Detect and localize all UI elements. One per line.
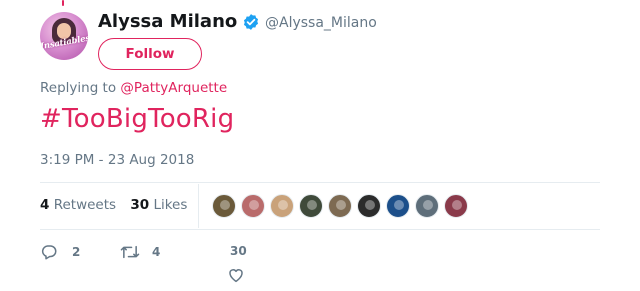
tweet-hashtag-link[interactable]: #TooBigTooRig (40, 104, 234, 134)
divider-top (40, 182, 600, 183)
replying-to: Replying to @PattyArquette (40, 80, 227, 96)
follow-button[interactable]: Follow (98, 38, 202, 70)
replying-to-label: Replying to (40, 80, 117, 96)
likes-label: Likes (153, 197, 188, 213)
username[interactable]: @Alyssa_Milano (265, 15, 377, 31)
display-name[interactable]: Alyssa Milano (98, 11, 237, 32)
tweet-stats: 4 Retweets 30 Likes (40, 197, 187, 213)
thread-connector (62, 0, 64, 6)
verified-badge-icon (243, 14, 259, 30)
tweet-actions: 2 4 30 (40, 240, 600, 288)
reply-count: 2 (72, 245, 81, 259)
retweets-stat[interactable]: 4 Retweets (40, 197, 116, 213)
retweets-label: Retweets (53, 197, 117, 213)
tweet-timestamp[interactable]: 3:19 PM - 23 Aug 2018 (40, 152, 194, 168)
retweet-button[interactable]: 4 (120, 243, 160, 261)
liker-avatar[interactable] (415, 194, 439, 218)
reply-button[interactable]: 2 (40, 243, 80, 261)
liker-avatar[interactable] (241, 194, 265, 218)
stats-separator (198, 184, 199, 228)
liker-avatar[interactable] (299, 194, 323, 218)
divider-bottom (40, 229, 600, 230)
reply-icon (41, 245, 57, 260)
heart-icon[interactable] (227, 266, 245, 284)
liker-avatar[interactable] (270, 194, 294, 218)
like-count: 30 (230, 244, 247, 258)
retweet-icon (120, 245, 140, 259)
likes-count: 30 (130, 197, 150, 213)
liker-avatar[interactable] (212, 194, 236, 218)
avatar[interactable]: Insatiables (40, 12, 88, 60)
liker-avatar[interactable] (328, 194, 352, 218)
liker-avatar[interactable] (386, 194, 410, 218)
reply-mention-link[interactable]: @PattyArquette (120, 80, 227, 96)
liker-avatar[interactable] (444, 194, 468, 218)
liker-avatars (212, 194, 468, 218)
retweets-count: 4 (40, 197, 50, 213)
retweet-count: 4 (152, 245, 161, 259)
liker-avatar[interactable] (357, 194, 381, 218)
likes-stat[interactable]: 30 Likes (130, 197, 187, 213)
